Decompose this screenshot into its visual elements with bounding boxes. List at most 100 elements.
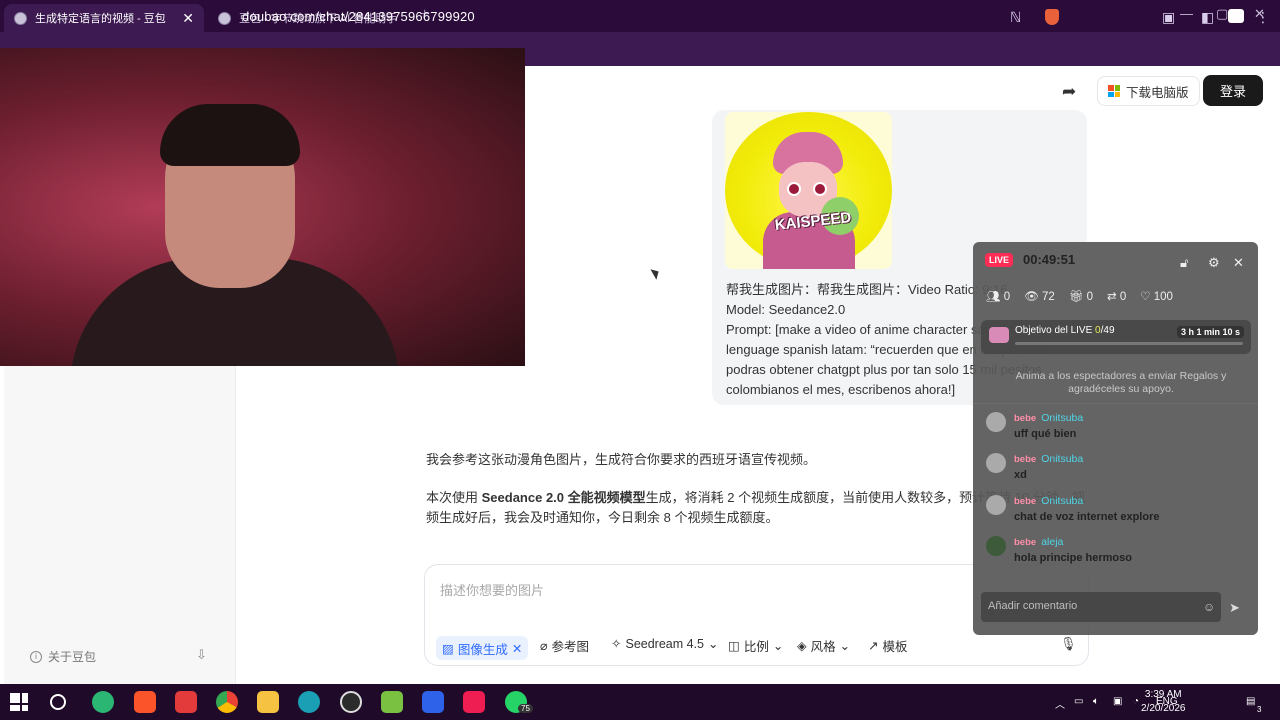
goal-time: 3 h 1 min 10 s xyxy=(1177,326,1245,338)
microphone-icon[interactable]: 🎙 xyxy=(1060,636,1077,652)
chrome-icon[interactable] xyxy=(216,691,238,713)
fan-badge: bebe xyxy=(1014,412,1037,424)
commenter-name: aleja xyxy=(1041,536,1064,548)
login-button[interactable]: 登录 xyxy=(1203,75,1263,106)
likes-stat: ♡ 100 xyxy=(1140,291,1173,303)
start-icon[interactable] xyxy=(10,693,28,711)
shares-stat: ⇄ 0 xyxy=(1107,291,1127,303)
notification-icon[interactable]: ▤ xyxy=(1246,696,1255,707)
sparkle-icon: ✧ xyxy=(611,637,622,651)
fan-badge: bebe xyxy=(1014,495,1037,507)
system-clock[interactable]: 3:39 AM 2/20/2026 xyxy=(1141,688,1186,716)
brave-shield-icon[interactable] xyxy=(1045,9,1059,25)
template-button[interactable]: ↗ 模板 xyxy=(868,636,908,655)
download-label: 下载电脑版 xyxy=(1126,85,1189,100)
search-icon[interactable] xyxy=(50,694,66,710)
model-select[interactable]: ✧ Seedream 4.5 ⌄ xyxy=(611,636,719,652)
notification-count: 3 xyxy=(1257,705,1262,714)
avatar xyxy=(986,495,1006,515)
commenter-name: Onitsuba xyxy=(1041,495,1084,507)
avatar xyxy=(986,453,1006,473)
ratio-select[interactable]: ◫ 比例 ⌄ xyxy=(728,636,783,655)
reference-image-button[interactable]: ⌀ 参考图 xyxy=(540,636,589,655)
file-explorer-icon[interactable] xyxy=(257,691,279,713)
gifts-stat: 🎁︎ 0 xyxy=(1068,291,1093,303)
send-icon[interactable]: ➤ xyxy=(1229,600,1240,616)
fan-badge: bebe xyxy=(1014,536,1037,548)
tool-label: 比例 xyxy=(743,640,769,654)
gear-icon[interactable]: ⚙ xyxy=(1208,255,1220,271)
comment-text: hola principe hermoso xyxy=(1014,552,1132,564)
comment-item: bebe Onitsuba uff qué bien xyxy=(986,412,1083,440)
emoji-icon[interactable]: ☺ xyxy=(1203,600,1215,614)
character-eye xyxy=(813,182,827,196)
download-app-icon[interactable]: ⇩ xyxy=(196,647,207,663)
edge-icon[interactable] xyxy=(298,691,320,713)
goal-gift-icon xyxy=(989,327,1009,343)
goal-progress-bar xyxy=(1015,342,1243,345)
palette-icon: ◈ xyxy=(797,639,807,653)
avatar xyxy=(986,412,1006,432)
url-text[interactable]: doubao.com/chat/28413975966799920 xyxy=(242,9,475,24)
comment-item: bebe aleja hola principe hermoso xyxy=(986,536,1132,564)
remove-tool-icon[interactable]: ✕ xyxy=(512,641,522,656)
download-desktop-button[interactable]: 下载电脑版 xyxy=(1097,76,1200,106)
close-tab-icon[interactable]: ✕ xyxy=(182,10,194,27)
info-icon: i xyxy=(30,650,42,663)
comment-text: chat de voz internet explore xyxy=(1014,511,1160,523)
live-timer: 00:49:51 xyxy=(1023,252,1076,267)
minimize-icon[interactable]: — xyxy=(1180,6,1193,21)
chevron-down-icon: ⌄ xyxy=(772,639,784,653)
image-gen-tool-button[interactable]: ▨ 图像生成 ✕ xyxy=(436,636,529,660)
doubao-favicon-icon xyxy=(218,11,231,25)
translate-icon[interactable]: ℕ xyxy=(1010,9,1021,26)
volume-icon[interactable]: 🔈︎ xyxy=(1093,696,1099,707)
ratio-icon: ◫ xyxy=(728,639,740,653)
sidebar-toggle-icon[interactable]: ◧ xyxy=(1201,9,1214,26)
share-icon[interactable]: ➦ xyxy=(1062,82,1076,102)
lock-icon[interactable]: 🔓︎ xyxy=(1180,255,1188,271)
app-blue-icon[interactable] xyxy=(422,691,444,713)
comment-input[interactable]: Añadir comentario xyxy=(981,592,1221,622)
character-eye xyxy=(787,182,801,196)
tool-label: 风格 xyxy=(810,640,836,654)
style-select[interactable]: ◈ 风格 ⌄ xyxy=(797,636,850,655)
battery-icon[interactable]: ▭ xyxy=(1074,696,1083,707)
live-badge: LIVE xyxy=(985,252,1014,267)
app-lime-icon[interactable] xyxy=(381,691,403,713)
menu-icon[interactable]: ⋮ xyxy=(1256,9,1270,26)
live-hint: Anima a los espectadores a enviar Regalo… xyxy=(1015,370,1227,395)
doubao-favicon-icon xyxy=(14,11,27,25)
brave-icon[interactable] xyxy=(134,691,156,713)
maximize-icon[interactable]: ▢ xyxy=(1216,6,1228,22)
wallet-icon[interactable] xyxy=(1228,9,1244,23)
person-hair xyxy=(160,104,300,166)
close-icon[interactable]: ✕ xyxy=(1233,255,1244,271)
commenter-name: Onitsuba xyxy=(1041,412,1084,424)
network-icon[interactable]: ▣ xyxy=(1113,696,1122,707)
tool-label: 模板 xyxy=(882,640,908,654)
screenshot-icon[interactable]: ▣ xyxy=(1162,9,1175,26)
commenter-name: Onitsuba xyxy=(1041,453,1084,465)
comment-item: bebe Onitsuba xd xyxy=(986,453,1083,481)
tool-label: 参考图 xyxy=(551,640,590,654)
tiktok-icon[interactable] xyxy=(463,691,485,713)
tray-chevron-icon[interactable]: ︿ xyxy=(1055,696,1065,711)
webcam-overlay xyxy=(0,48,525,366)
divider xyxy=(973,403,1258,404)
tab-active[interactable]: 生成特定语言的视频 - 豆包 ✕ xyxy=(4,4,204,32)
fan-badge: bebe xyxy=(1014,453,1037,465)
chat-input-placeholder[interactable]: 描述你想要的图片 xyxy=(440,580,544,599)
chevron-down-icon: ⌄ xyxy=(708,637,719,651)
live-stats: 👥︎ 0 👁︎ 72 🎁︎ 0 ⇄ 0 ♡ 100 xyxy=(986,289,1173,303)
app-green-icon[interactable] xyxy=(92,691,114,713)
goal-label: Objetivo del LIVE 0/49 xyxy=(1015,325,1115,336)
image-icon: ▨ xyxy=(442,641,454,656)
anime-character-image[interactable]: KAISPEED xyxy=(725,112,892,269)
obs-icon[interactable] xyxy=(340,691,362,713)
comment-text: xd xyxy=(1014,469,1027,481)
guests-stat: 👥︎ 0 xyxy=(986,291,1011,303)
wifi-icon[interactable]: ◔ xyxy=(1133,696,1139,707)
app-red-icon[interactable] xyxy=(175,691,197,713)
about-doubao-link[interactable]: i 关于豆包 xyxy=(30,648,96,665)
